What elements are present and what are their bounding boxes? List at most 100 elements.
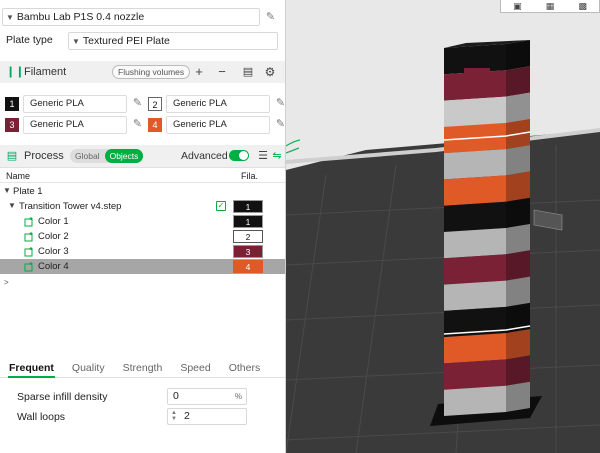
part-name: Color 2	[38, 231, 69, 242]
edit-icon[interactable]: ✎	[131, 97, 144, 110]
tree-row-plate[interactable]: ▼ Plate 1	[0, 184, 285, 199]
advanced-switch[interactable]	[229, 150, 249, 161]
tower-band-front	[444, 201, 506, 232]
transition-tower[interactable]	[443, 40, 531, 416]
part-fila[interactable]: 1	[233, 215, 263, 228]
part-name: Color 1	[38, 216, 69, 227]
add-filament-button[interactable]: +	[191, 64, 207, 80]
setting-sparse-infill: Sparse infill density 0 %	[0, 387, 285, 407]
tree-row-object[interactable]: ▼ Transition Tower v4.step ✓ 1	[0, 199, 285, 214]
tab-frequent[interactable]: Frequent	[0, 358, 63, 378]
stepper-icon[interactable]: ▲ ▼	[171, 410, 177, 422]
settings-tabs: Frequent Quality Strength Speed Others	[0, 358, 285, 378]
toggle-global[interactable]: Global	[70, 149, 105, 163]
wall-loops-input[interactable]: ▲ ▼ 2	[167, 408, 247, 425]
sparse-infill-value: 0	[173, 390, 179, 402]
filament-number[interactable]: 1	[5, 97, 19, 111]
camera-icon[interactable]: ▣	[513, 1, 522, 12]
arrange-icon[interactable]: ▩	[578, 1, 587, 12]
printer-name: Bambu Lab P1S 0.4 nozzle	[16, 11, 145, 23]
filament-number[interactable]: 4	[148, 118, 162, 132]
filament-header: ❙❙ Filament Flushing volumes + − ▤ ⚙	[0, 61, 285, 83]
object-tree: Name Fila. ▼ Plate 1 ▼ Transition Tower …	[0, 167, 285, 357]
tower-band-side	[506, 381, 530, 412]
printer-row: ▼ Bambu Lab P1S 0.4 nozzle ✎	[0, 6, 285, 28]
gear-icon[interactable]: ⚙	[262, 64, 278, 80]
annotation-stroke	[286, 139, 301, 154]
edit-printer-icon[interactable]: ✎	[264, 11, 277, 24]
column-fila[interactable]: Fila.	[241, 171, 258, 181]
tower-band-side	[506, 92, 530, 123]
tower-band-side	[506, 276, 530, 307]
tower-band-front	[444, 96, 506, 127]
part-icon	[24, 247, 33, 257]
tab-others[interactable]: Others	[220, 358, 270, 377]
chevron-down-icon[interactable]: ▼	[3, 186, 11, 195]
plate-type-label: Plate type	[6, 34, 53, 46]
tree-row-part[interactable]: Color 3 3	[0, 244, 285, 259]
wall-loops-value: 2	[184, 410, 190, 422]
edit-icon[interactable]: ✎	[131, 118, 144, 131]
edit-icon[interactable]: ✎	[274, 97, 285, 110]
printer-select[interactable]: ▼ Bambu Lab P1S 0.4 nozzle	[2, 8, 260, 26]
tower-band-front	[444, 385, 506, 416]
plate-type-value: Textured PEI Plate	[82, 35, 170, 47]
sync-ams-icon[interactable]: ▤	[240, 64, 256, 80]
object-name: Transition Tower v4.step	[19, 201, 122, 212]
tower-band-front	[444, 359, 506, 390]
percent-unit: %	[234, 392, 242, 401]
tree-row-part[interactable]: Color 2 2	[0, 229, 285, 244]
tower-band-front	[444, 228, 506, 259]
plate-type-select[interactable]: ▼ Textured PEI Plate	[68, 32, 278, 50]
view-toolbar: ▣ ▦ ▩	[500, 0, 600, 13]
filament-number[interactable]: 2	[148, 97, 162, 111]
3d-scene[interactable]	[286, 0, 600, 453]
column-name[interactable]: Name	[6, 171, 30, 181]
advanced-label: Advanced	[181, 150, 228, 162]
process-header: ▤ Process Global Objects Advanced ☰ ⇋	[0, 145, 285, 167]
tower-band-front	[444, 280, 506, 311]
part-fila[interactable]: 2	[233, 230, 263, 243]
tree-header: Name Fila.	[0, 168, 285, 183]
tower-band-side	[506, 145, 530, 176]
edit-icon[interactable]: ✎	[274, 118, 285, 131]
tower-band-side	[506, 40, 530, 71]
grid-icon[interactable]: ▦	[546, 1, 555, 12]
chevron-down-icon: ▼	[72, 36, 80, 46]
tower-top-opening	[464, 68, 490, 76]
chevron-down-icon: ▼	[6, 12, 14, 22]
filament-name[interactable]: Generic PLA	[23, 95, 127, 113]
expand-arrow-icon[interactable]: >	[4, 278, 9, 287]
sparse-infill-input[interactable]: 0 %	[167, 388, 247, 405]
tower-band-side	[506, 197, 530, 228]
part-fila[interactable]: 3	[233, 245, 263, 258]
part-fila[interactable]: 4	[233, 260, 263, 273]
tab-strength[interactable]: Strength	[114, 358, 172, 377]
tower-band-side	[506, 329, 530, 360]
plate-name: Plate 1	[13, 186, 43, 197]
3d-viewport[interactable]: ▣ ▦ ▩	[286, 0, 600, 453]
remove-filament-button[interactable]: −	[214, 64, 230, 80]
tower-band-front	[444, 175, 506, 206]
tree-row-part-selected[interactable]: Color 4 4	[0, 259, 285, 274]
tower-band-side	[506, 171, 530, 202]
compare-icon[interactable]: ⇋	[269, 148, 285, 164]
chevron-down-icon[interactable]: ▼	[8, 201, 16, 210]
tree-row-part[interactable]: Color 1 1	[0, 214, 285, 229]
filament-name[interactable]: Generic PLA	[166, 95, 270, 113]
object-fila[interactable]: 1	[233, 200, 263, 213]
sparse-infill-label: Sparse infill density	[17, 391, 108, 403]
toggle-objects[interactable]: Objects	[104, 149, 144, 163]
tower-band-front	[444, 254, 506, 285]
flushing-volumes-button[interactable]: Flushing volumes	[112, 65, 191, 79]
tower-band-side	[506, 355, 530, 386]
tab-quality[interactable]: Quality	[63, 358, 114, 377]
filament-name[interactable]: Generic PLA	[166, 116, 270, 134]
tower-band-side	[506, 66, 530, 97]
filament-name[interactable]: Generic PLA	[23, 116, 127, 134]
filament-number[interactable]: 3	[5, 118, 19, 132]
process-title: Process	[24, 150, 64, 162]
tab-speed[interactable]: Speed	[171, 358, 219, 377]
object-visible-checkbox[interactable]: ✓	[216, 201, 226, 211]
tower-band-side	[506, 224, 530, 255]
